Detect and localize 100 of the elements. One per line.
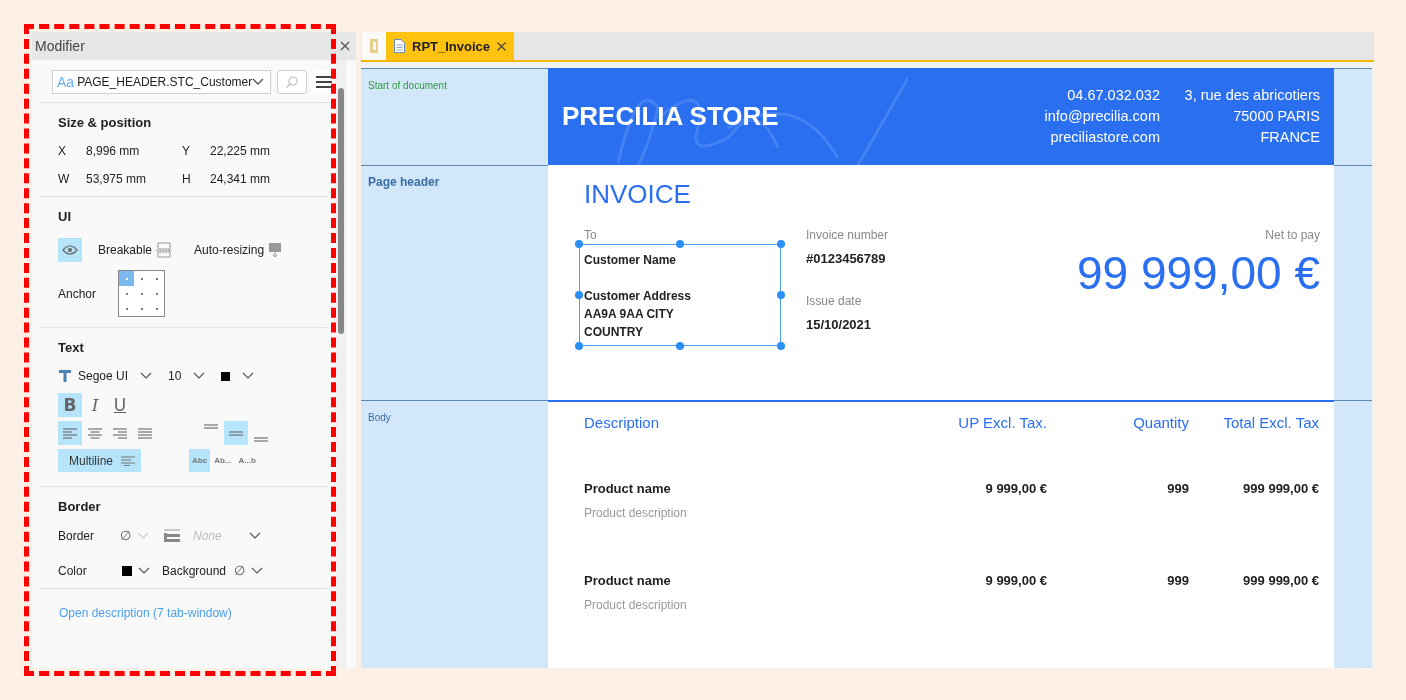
- field-label: X: [58, 144, 67, 158]
- field-label: Background: [162, 563, 227, 578]
- column-header: Quantity: [1132, 414, 1189, 431]
- section-heading: Text: [58, 340, 85, 355]
- field-label: Color: [58, 563, 88, 578]
- field-label: Invoice number: [806, 228, 890, 242]
- align-icon: [62, 426, 78, 440]
- chevron-icon[interactable]: [252, 78, 265, 86]
- object-select[interactable]: Aa PAGE_HEADER.STC_Customer: [52, 70, 272, 94]
- resize-handle[interactable]: [777, 240, 785, 248]
- product-description: Product description: [584, 506, 688, 520]
- text-style-button[interactable]: I: [83, 393, 107, 417]
- table-cell-text: 999: [1166, 481, 1189, 496]
- resize-handle[interactable]: [676, 342, 684, 350]
- resize-handle[interactable]: [575, 240, 583, 248]
- column-header: Total Excl. Tax: [1222, 414, 1319, 431]
- chevron-icon[interactable]: [242, 372, 255, 380]
- search-icon: [285, 75, 300, 89]
- align-icon: [112, 426, 128, 440]
- customer-name: Customer Name: [584, 252, 677, 269]
- anchor-grid[interactable]: [118, 270, 165, 317]
- field-label: Net to pay: [1264, 228, 1320, 242]
- table-cell-text: 999 999,00 €: [1242, 573, 1319, 588]
- net-amount: 99 999,00 €: [1076, 246, 1320, 300]
- visibility-toggle[interactable]: [58, 238, 82, 262]
- text-color-swatch[interactable]: [221, 371, 231, 381]
- border-style-icon: [163, 528, 181, 543]
- chevron-icon[interactable]: [193, 372, 206, 380]
- scrollbar[interactable]: [336, 60, 346, 668]
- vertical-align-icon: [253, 437, 269, 442]
- close-icon[interactable]: [497, 41, 507, 51]
- vertical-align-icon: [228, 430, 244, 436]
- field-value[interactable]: 24,341 mm: [210, 172, 271, 186]
- resize-icon[interactable]: [268, 242, 283, 258]
- section-label: Start of document: [368, 80, 447, 91]
- product-name: Product name: [584, 481, 672, 496]
- font-icon: [58, 369, 72, 383]
- chevron-icon[interactable]: [249, 531, 261, 540]
- multiline-button[interactable]: Multiline: [58, 449, 141, 472]
- option-label: Auto-resizing: [194, 243, 265, 257]
- column-header: Description: [584, 414, 661, 431]
- invoice-number: #0123456789: [806, 251, 887, 266]
- chevron-icon[interactable]: [251, 566, 264, 575]
- resize-handle[interactable]: [777, 342, 785, 350]
- panel-title: Modifier: [35, 38, 85, 54]
- field-value[interactable]: 8,996 mm: [86, 144, 140, 158]
- chevron-icon[interactable]: [138, 566, 150, 575]
- size-select[interactable]: 10: [168, 369, 182, 383]
- field-label: H: [182, 172, 192, 186]
- overflow-button[interactable]: A...b: [235, 449, 259, 472]
- contact-line: 04.67.032.032: [1066, 86, 1160, 105]
- table-cell-text: 999: [1166, 573, 1189, 588]
- section-label: Page header: [368, 175, 440, 189]
- field-label: To: [584, 228, 598, 242]
- menu-icon: [315, 76, 332, 88]
- section-heading: Size & position: [58, 115, 153, 130]
- align-icon: [137, 426, 153, 440]
- product-name: Product name: [584, 573, 672, 588]
- invoice-title: INVOICE: [584, 179, 692, 210]
- field-label: Border: [58, 528, 96, 543]
- customer-address-line: AA9A 9AA CITY: [584, 306, 674, 323]
- tab[interactable]: RPT_Invoice: [386, 32, 515, 60]
- contact-line: info@precilia.com: [1043, 107, 1160, 126]
- border-color-swatch[interactable]: [122, 565, 132, 576]
- overflow-button[interactable]: Ab...: [211, 449, 235, 472]
- field-label: W: [58, 172, 71, 186]
- field-value[interactable]: 53,975 mm: [86, 172, 147, 186]
- resize-handle[interactable]: [777, 291, 785, 299]
- resize-handle[interactable]: [575, 342, 583, 350]
- vertical-align-button[interactable]: [224, 421, 248, 445]
- contact-line: preciliastore.com: [1049, 128, 1160, 147]
- store-name: PRECILIA STORE: [562, 101, 780, 132]
- close-icon[interactable]: [340, 41, 350, 51]
- document-icon: [394, 39, 405, 53]
- vertical-align-icon: [203, 424, 219, 429]
- field-label: Issue date: [806, 294, 863, 308]
- text-style-button[interactable]: B: [58, 393, 82, 417]
- section-heading: UI: [58, 209, 72, 224]
- column-header: UP Excl. Tax.: [957, 414, 1047, 431]
- font-select[interactable]: Segoe UI: [78, 369, 129, 383]
- chevron-icon[interactable]: [140, 372, 153, 380]
- resize-handle[interactable]: [676, 240, 684, 248]
- background-select[interactable]: ∅: [234, 563, 246, 578]
- border-select[interactable]: ∅: [120, 528, 131, 543]
- table-cell-text: 999 999,00 €: [1242, 481, 1319, 496]
- product-description: Product description: [584, 598, 688, 612]
- issue-date: 15/10/2021: [806, 317, 873, 332]
- text-style-button[interactable]: U: [108, 393, 132, 417]
- align-icon: [87, 426, 103, 440]
- align-button[interactable]: [58, 421, 82, 445]
- table-cell-text: 9 999,00 €: [984, 481, 1047, 496]
- page-break-icon[interactable]: [156, 242, 173, 258]
- customer-address-line: COUNTRY: [584, 324, 643, 341]
- section-heading: Border: [58, 499, 102, 514]
- section-label: Body: [368, 412, 391, 423]
- field-value[interactable]: 22,225 mm: [210, 144, 271, 158]
- resize-handle[interactable]: [575, 291, 583, 299]
- customer-address-line: Customer Address: [584, 288, 691, 305]
- field-label: Y: [182, 144, 191, 158]
- address-line: 75000 PARIS: [1232, 107, 1320, 126]
